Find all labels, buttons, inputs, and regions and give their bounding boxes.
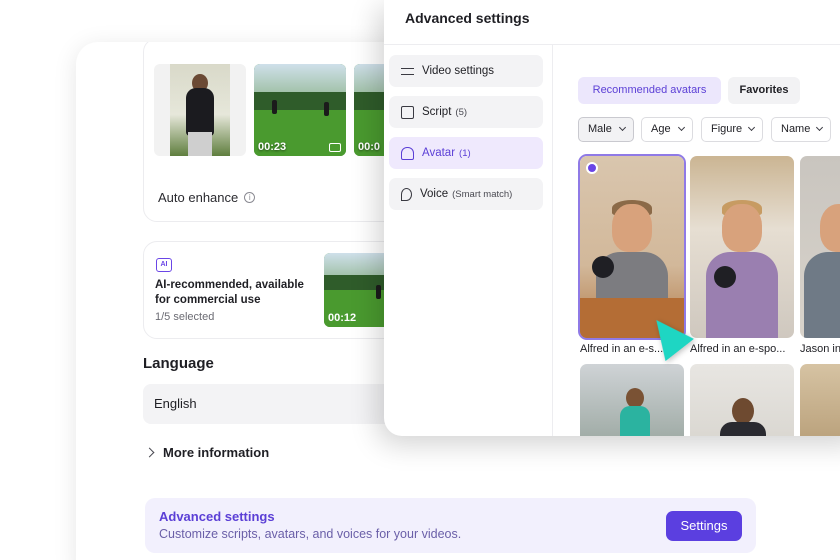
avatar-figure-shirt: [706, 252, 778, 338]
ai-recommended-card[interactable]: AI AI-recommended, available for commerc…: [143, 241, 414, 339]
thumbnail-person: [376, 285, 381, 299]
thumbnail-figure-body: [186, 88, 214, 136]
sidebar-item-label: Voice: [420, 188, 449, 200]
avatar-name: Alfred in an e-s...: [580, 343, 664, 355]
ai-icon: AI: [156, 258, 172, 272]
divider: [552, 45, 553, 436]
banner-description: Customize scripts, avatars, and voices f…: [159, 527, 462, 541]
chevron-down-icon: [677, 123, 686, 132]
selected-indicator-icon: [586, 162, 598, 174]
sidebar-item-count: (1): [459, 147, 471, 159]
advanced-settings-banner: Advanced settings Customize scripts, ava…: [145, 498, 756, 553]
advanced-settings-dialog: Advanced settings Video settings Script …: [384, 0, 840, 436]
avatar-name: Jason in: [800, 343, 840, 355]
quality-icon: [329, 143, 341, 152]
info-icon[interactable]: i: [244, 192, 256, 203]
auto-enhance-label: Auto enhance: [158, 190, 239, 205]
avatar-figure-shirt: [804, 252, 840, 338]
sidebar-item-avatar[interactable]: Avatar (1): [389, 137, 543, 169]
avatar-figure-face: [626, 388, 644, 408]
avatar-card[interactable]: [580, 364, 684, 436]
sidebar-item-count: (Smart match): [452, 188, 513, 200]
filter-label: Figure: [711, 123, 743, 135]
filter-gender[interactable]: Male: [578, 117, 634, 142]
chevron-down-icon: [815, 123, 824, 132]
avatar-card[interactable]: [800, 156, 840, 338]
avatar-figure-face: [732, 398, 754, 424]
dialog-title: Advanced settings: [405, 10, 530, 26]
language-label: Language: [143, 355, 214, 372]
filter-figure[interactable]: Figure: [701, 117, 763, 142]
chevron-down-icon: [747, 123, 756, 132]
avatar-card[interactable]: [690, 156, 794, 338]
media-thumbnail[interactable]: 00:23: [254, 64, 346, 156]
chevron-right-icon: [144, 447, 155, 458]
avatar-figure-face: [612, 204, 652, 252]
avatar-microphone: [714, 266, 736, 288]
sidebar-item-label: Avatar: [422, 147, 456, 159]
avatar-icon: [401, 146, 414, 160]
language-select[interactable]: English: [143, 384, 403, 424]
sidebar-item-voice[interactable]: Voice (Smart match): [389, 178, 543, 210]
avatar-figure-face: [722, 204, 762, 252]
sidebar-item-script[interactable]: Script (5): [389, 96, 543, 128]
chevron-down-icon: [618, 123, 627, 132]
more-information-toggle[interactable]: More information: [144, 445, 270, 460]
filter-name[interactable]: Name: [771, 117, 831, 142]
tab-recommended-avatars[interactable]: Recommended avatars: [578, 77, 721, 104]
sidebar-item-count: (5): [455, 106, 468, 118]
avatar-card[interactable]: [690, 364, 794, 436]
clip-duration: 00:23: [258, 141, 287, 153]
media-thumbnail[interactable]: [154, 64, 246, 156]
script-icon: [401, 105, 414, 119]
filter-label: Male: [588, 123, 612, 135]
more-information-label: More information: [163, 445, 270, 460]
avatar-card[interactable]: [800, 364, 840, 436]
avatar-name: Alfred in an e-spo...: [690, 343, 786, 355]
thumbnail-person: [324, 102, 329, 116]
filter-age[interactable]: Age: [641, 117, 693, 142]
avatar-figure-shirt: [720, 422, 766, 436]
avatar-figure-shirt: [620, 406, 650, 436]
clip-duration: 00:0: [358, 141, 381, 153]
banner-title: Advanced settings: [159, 509, 275, 524]
avatar-microphone: [592, 256, 614, 278]
sidebar-item-label: Video settings: [422, 65, 495, 77]
auto-enhance-toggle-row[interactable]: Auto enhance i: [158, 190, 256, 205]
sidebar-item-label: Script: [422, 106, 452, 118]
clip-duration: 00:12: [328, 312, 357, 324]
filter-label: Name: [781, 123, 811, 135]
selection-count: 1/5 selected: [155, 311, 215, 323]
sliders-icon: [401, 65, 414, 78]
thumbnail-person: [272, 100, 277, 114]
sidebar-item-video-settings[interactable]: Video settings: [389, 55, 543, 87]
thumbnail-trees: [254, 91, 346, 110]
avatar-figure-face: [820, 204, 840, 252]
filter-label: Age: [651, 123, 671, 135]
settings-button[interactable]: Settings: [666, 511, 742, 541]
thumbnail-figure-legs: [188, 132, 212, 156]
tab-favorites[interactable]: Favorites: [728, 77, 800, 104]
voice-icon: [401, 187, 412, 201]
divider: [384, 44, 840, 45]
ai-card-title: AI-recommended, available for commercial…: [155, 279, 304, 306]
